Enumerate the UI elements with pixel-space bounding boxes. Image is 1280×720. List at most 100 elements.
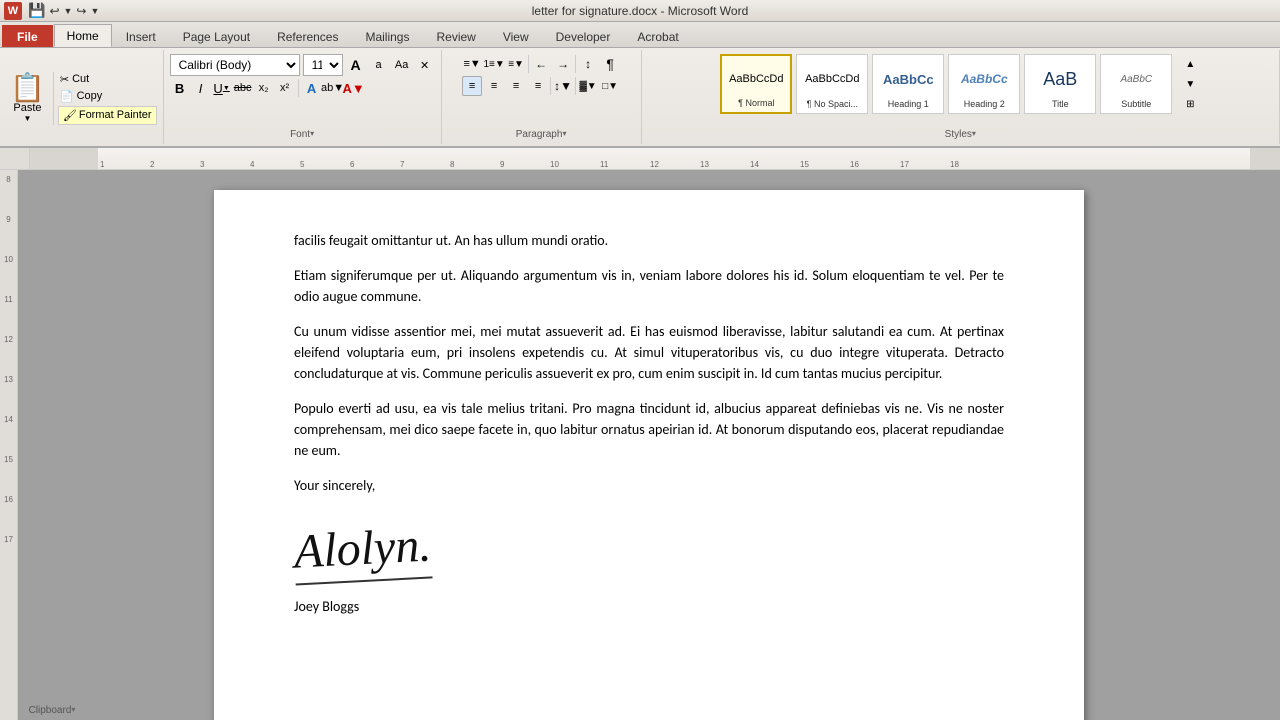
title-bar: W 💾 ↩ ▼ ↪ ▼ letter for signature.docx - … <box>0 0 1280 22</box>
clipboard-group: 📋 Paste ▼ ✂ Cut 📄 Copy 🖌 Format Painter <box>0 50 164 144</box>
text-effects-button[interactable]: A <box>302 78 322 98</box>
show-marks-button[interactable]: ¶ <box>600 54 620 74</box>
style-normal-preview: AaBbCcDd <box>726 60 786 98</box>
tab-developer[interactable]: Developer <box>543 25 624 47</box>
decrease-indent-button[interactable]: ← <box>531 54 551 74</box>
ruler-gray-right <box>1250 148 1280 170</box>
font-family-selector[interactable]: Calibri (Body) <box>170 54 300 76</box>
document-page[interactable]: facilis feugait omittantur ut. An has ul… <box>214 190 1084 720</box>
style-heading1[interactable]: AaBbCc Heading 1 <box>872 54 944 114</box>
change-case-button[interactable]: Aa <box>392 55 412 75</box>
para-sep-3 <box>550 77 551 95</box>
styles-more[interactable]: ⊞ <box>1180 94 1200 114</box>
content-area: 8 9 10 11 12 13 14 15 16 17 facilis feug… <box>0 170 1280 720</box>
signature-section: Alolyn. <box>294 510 1004 592</box>
tab-file[interactable]: File <box>2 25 53 47</box>
style-heading2-preview: AaBbCc <box>953 59 1015 99</box>
cut-label: Cut <box>72 73 89 85</box>
paste-button[interactable]: 📋 Paste ▼ <box>2 72 54 125</box>
redo-icon[interactable]: ↪ <box>76 4 86 18</box>
style-title-label: Title <box>1052 99 1069 109</box>
clipboard-expand-icon[interactable]: ▾ <box>71 705 75 716</box>
paragraph-expand-icon[interactable]: ▾ <box>562 129 566 140</box>
tab-view[interactable]: View <box>490 25 542 47</box>
paragraph-group: ≡▼ 1≡▼ ≡▼ ← → ↕ ¶ ≡ ≡ ≡ ≡ ↕▼ <box>442 50 642 144</box>
style-heading2[interactable]: AaBbCc Heading 2 <box>948 54 1020 114</box>
align-center-button[interactable]: ≡ <box>484 76 504 96</box>
paragraph-row-2: ≡ ≡ ≡ ≡ ↕▼ ▓▼ □▼ <box>462 76 620 96</box>
style-subtitle-label: Subtitle <box>1121 99 1151 109</box>
clear-format-button[interactable]: ✕ <box>415 55 435 75</box>
document-title: letter for signature.docx - Microsoft Wo… <box>532 4 749 18</box>
justify-button[interactable]: ≡ <box>528 76 548 96</box>
paragraph-row-1: ≡▼ 1≡▼ ≡▼ ← → ↕ ¶ <box>462 54 620 74</box>
para-2[interactable]: Etiam signiferumque per ut. Aliquando ar… <box>294 265 1004 307</box>
underline-button[interactable]: U▼ <box>212 78 232 98</box>
para-sep-1 <box>528 55 529 73</box>
para-sep-4 <box>575 77 576 95</box>
style-subtitle[interactable]: AaBbC Subtitle <box>1100 54 1172 114</box>
styles-scroll-up[interactable]: ▲ <box>1180 54 1200 74</box>
bold-button[interactable]: B <box>170 78 190 98</box>
style-heading2-label: Heading 2 <box>964 99 1005 109</box>
para-3[interactable]: Cu unum vidisse assentior mei, mei mutat… <box>294 321 1004 384</box>
format-painter-button[interactable]: 🖌 Format Painter <box>58 106 157 125</box>
styles-scroll-down[interactable]: ▼ <box>1180 74 1200 94</box>
tab-mailings[interactable]: Mailings <box>352 25 422 47</box>
multilevel-button[interactable]: ≡▼ <box>506 54 526 74</box>
styles-expand-icon[interactable]: ▾ <box>972 129 976 140</box>
numbering-button[interactable]: 1≡▼ <box>484 54 504 74</box>
align-right-button[interactable]: ≡ <box>506 76 526 96</box>
styles-group-label: Styles ▾ <box>642 129 1279 140</box>
undo-dropdown-icon[interactable]: ▼ <box>64 6 73 16</box>
font-controls: Calibri (Body) 11 A a Aa ✕ B I U▼ abc x₂ <box>170 54 435 98</box>
styles-nav: ▲ ▼ ⊞ <box>1180 54 1200 114</box>
strikethrough-button[interactable]: abc <box>233 78 253 98</box>
style-title[interactable]: AaB Title <box>1024 54 1096 114</box>
italic-button[interactable]: I <box>191 78 211 98</box>
text-highlight-button[interactable]: ab▼ <box>323 78 343 98</box>
superscript-button[interactable]: x² <box>275 78 295 98</box>
align-left-button[interactable]: ≡ <box>462 76 482 96</box>
tab-acrobat[interactable]: Acrobat <box>624 25 691 47</box>
tab-references[interactable]: References <box>264 25 351 47</box>
quick-access-toolbar: 💾 ↩ ▼ ↪ ▼ <box>28 2 99 19</box>
ruler-bar[interactable]: 1 2 3 4 5 6 7 8 9 10 11 12 13 14 15 16 1… <box>30 148 1280 170</box>
font-grow-button[interactable]: A <box>346 55 366 75</box>
paste-dropdown-icon[interactable]: ▼ <box>23 114 31 123</box>
cut-button[interactable]: ✂ Cut <box>58 72 157 87</box>
cut-icon: ✂ <box>60 73 69 86</box>
font-shrink-button[interactable]: a <box>369 55 389 75</box>
increase-indent-button[interactable]: → <box>553 54 573 74</box>
customize-icon[interactable]: ▼ <box>90 6 99 16</box>
tab-insert[interactable]: Insert <box>113 25 169 47</box>
style-no-spacing[interactable]: AaBbCcDd ¶ No Spaci... <box>796 54 868 114</box>
font-size-selector[interactable]: 11 <box>303 54 343 76</box>
tab-page-layout[interactable]: Page Layout <box>170 25 263 47</box>
font-separator <box>298 79 299 97</box>
para-4[interactable]: Populo everti ad usu, ea vis tale melius… <box>294 398 1004 461</box>
tab-home[interactable]: Home <box>54 24 112 47</box>
font-group-label: Font ▾ <box>164 129 441 140</box>
tab-review[interactable]: Review <box>423 25 488 47</box>
para-1[interactable]: facilis feugait omittantur ut. An has ul… <box>294 230 1004 251</box>
word-logo: W <box>4 2 22 20</box>
shading-button[interactable]: ▓▼ <box>578 76 598 96</box>
copy-button[interactable]: 📄 Copy <box>58 89 157 104</box>
sort-button[interactable]: ↕ <box>578 54 598 74</box>
style-normal[interactable]: AaBbCcDd ¶ Normal <box>720 54 792 114</box>
font-expand-icon[interactable]: ▾ <box>310 129 314 140</box>
signature-image: Alolyn. <box>292 516 432 585</box>
document-area[interactable]: facilis feugait omittantur ut. An has ul… <box>18 170 1280 720</box>
style-normal-label: ¶ Normal <box>738 98 774 108</box>
style-heading1-label: Heading 1 <box>888 99 929 109</box>
borders-button[interactable]: □▼ <box>600 76 620 96</box>
subscript-button[interactable]: x₂ <box>254 78 274 98</box>
para-5[interactable]: Your sincerely, <box>294 475 1004 496</box>
save-icon[interactable]: 💾 <box>28 2 45 19</box>
line-spacing-button[interactable]: ↕▼ <box>553 76 573 96</box>
bullets-button[interactable]: ≡▼ <box>462 54 482 74</box>
signature-name[interactable]: Joey Bloggs <box>294 596 1004 617</box>
undo-icon[interactable]: ↩ <box>49 4 59 18</box>
font-color-button[interactable]: A▼ <box>344 78 364 98</box>
